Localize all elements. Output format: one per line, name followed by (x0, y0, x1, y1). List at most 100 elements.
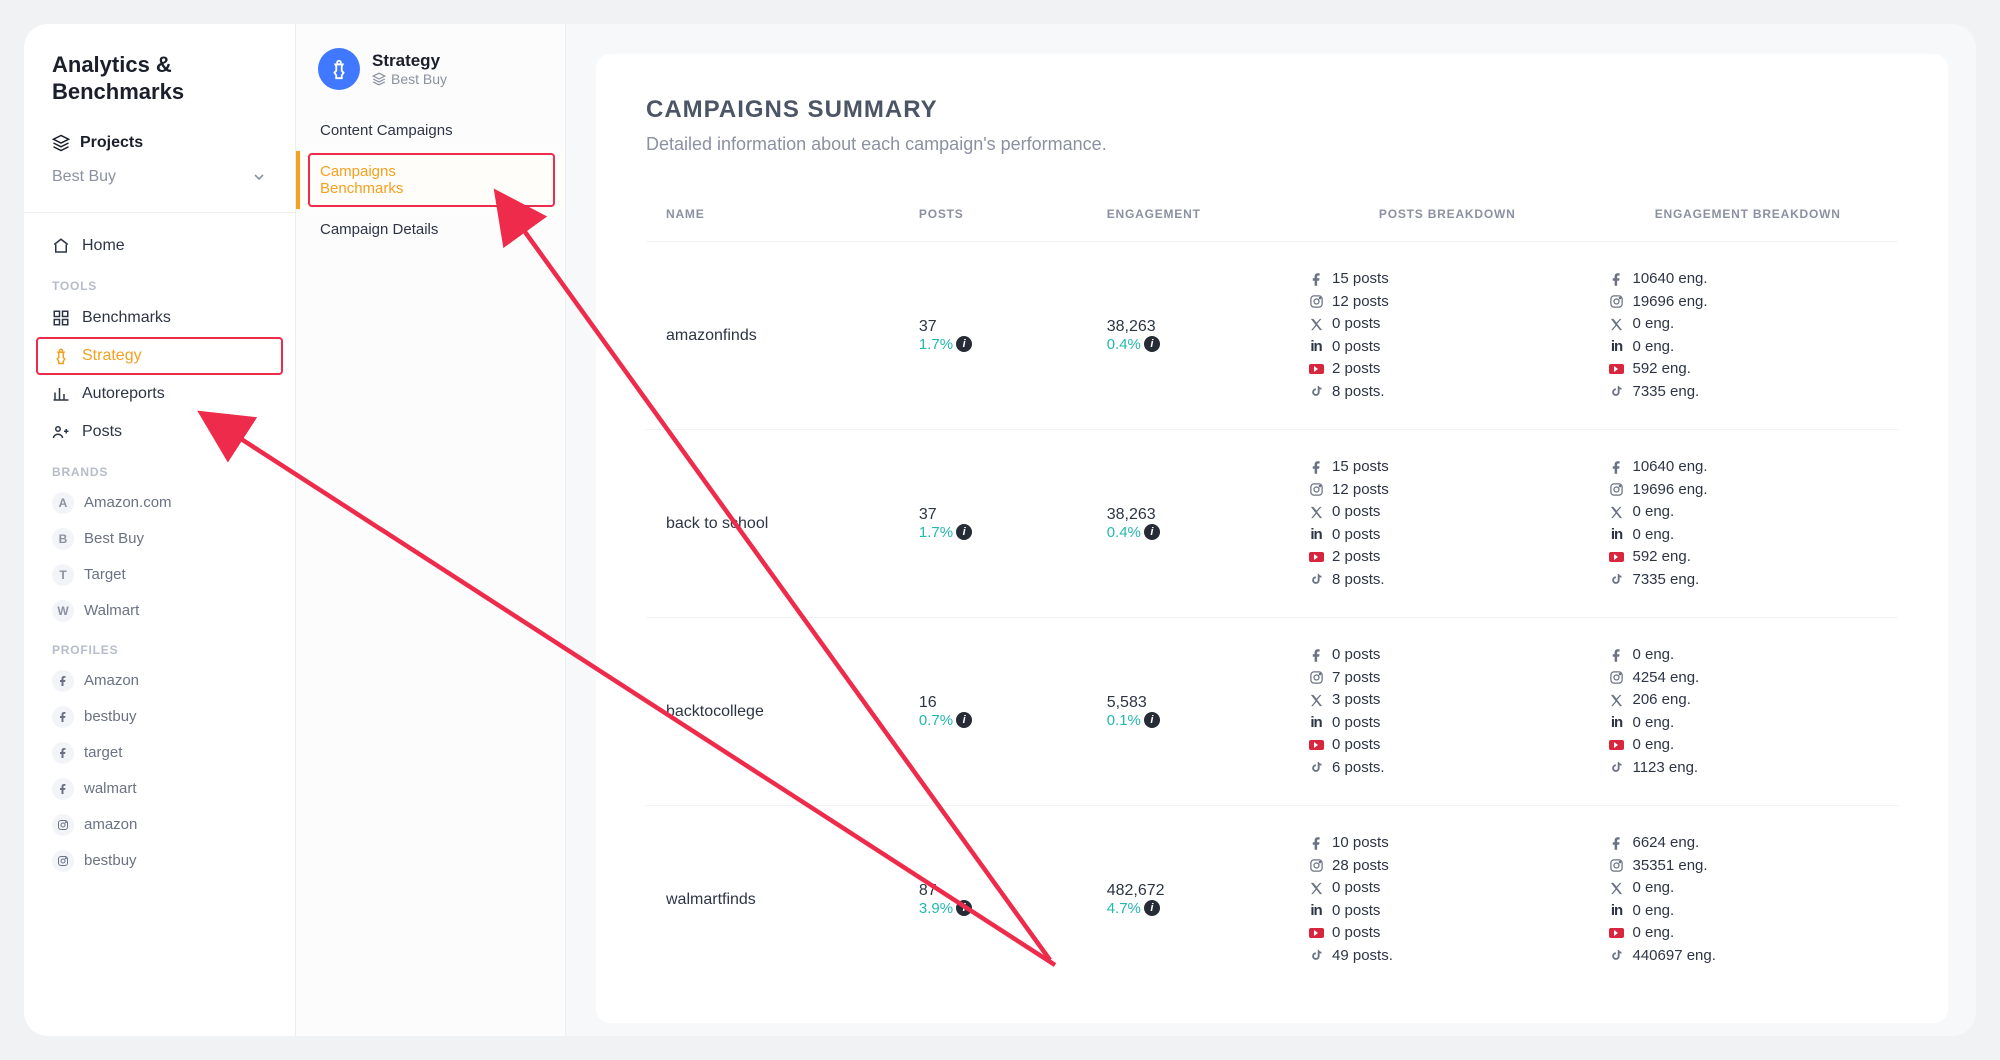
nav-strategy[interactable]: Strategy (36, 337, 283, 375)
col-engagement[interactable]: ENGAGEMENT (1097, 195, 1297, 242)
subnav-label: Content Campaigns (320, 122, 453, 139)
projects-label: Projects (80, 134, 143, 152)
breakdown-text: 0 posts (1332, 644, 1380, 667)
posts-pct: 3.9%i (919, 900, 972, 917)
breakdown-text: 206 eng. (1632, 689, 1690, 712)
posts-breakdown: 15 posts12 posts0 postsin0 posts2 posts8… (1307, 456, 1587, 591)
facebook-icon (52, 706, 74, 728)
breakdown-text: 0 eng. (1632, 712, 1674, 735)
subnav-label: Campaign Details (320, 221, 438, 238)
instagram-icon (1307, 482, 1325, 497)
youtube-icon (1607, 364, 1625, 374)
col-engagement-breakdown[interactable]: ENGAGEMENT BREAKDOWN (1597, 195, 1898, 242)
brand-row[interactable]: WWalmart (24, 593, 295, 629)
facebook-icon (1307, 460, 1325, 475)
col-posts-breakdown[interactable]: POSTS BREAKDOWN (1297, 195, 1597, 242)
profile-row[interactable]: bestbuy (24, 699, 295, 735)
bar-chart-icon (52, 385, 70, 403)
engagement-pct: 0.1%i (1107, 712, 1160, 729)
profile-row[interactable]: walmart (24, 771, 295, 807)
brand-row[interactable]: AAmazon.com (24, 485, 295, 521)
breakdown-text: 0 posts (1332, 922, 1380, 945)
nav-home[interactable]: Home (24, 227, 295, 265)
brand-letter-badge: B (52, 528, 74, 550)
table-row[interactable]: backtocollege 16 0.7%i 5,583 0.1%i 0 pos… (646, 618, 1898, 806)
linkedin-icon: in (1307, 524, 1325, 547)
brand-row[interactable]: TTarget (24, 557, 295, 593)
campaign-name: back to school (666, 515, 768, 532)
breakdown-text: 0 posts (1332, 501, 1380, 524)
x-icon (1607, 317, 1625, 332)
x-icon (1307, 693, 1325, 708)
breakdown-text: 0 posts (1332, 336, 1380, 359)
col-posts[interactable]: POSTS (909, 195, 1097, 242)
subnav-item[interactable]: CampaignsBenchmarks (296, 151, 565, 209)
breakdown-text: 7335 eng. (1632, 569, 1699, 592)
breakdown-text: 0 eng. (1632, 877, 1674, 900)
main-panel: CAMPAIGNS SUMMARY Detailed information a… (566, 24, 1976, 1036)
subnav-item[interactable]: Content Campaigns (296, 110, 565, 151)
posts-value: 37 (919, 318, 1087, 336)
profile-name: target (84, 744, 122, 761)
campaign-name: backtocollege (666, 703, 764, 720)
youtube-icon (1307, 740, 1325, 750)
app-title: Analytics & Benchmarks (24, 52, 295, 124)
breakdown-text: 1123 eng. (1632, 757, 1698, 780)
grid-icon (52, 309, 70, 327)
info-icon[interactable]: i (1144, 524, 1160, 540)
profile-row[interactable]: bestbuy (24, 843, 295, 879)
facebook-icon (1307, 272, 1325, 287)
breakdown-text: 35351 eng. (1632, 855, 1707, 878)
info-icon[interactable]: i (956, 712, 972, 728)
breakdown-text: 6 posts. (1332, 757, 1385, 780)
info-icon[interactable]: i (956, 524, 972, 540)
linkedin-icon: in (1607, 900, 1625, 923)
posts-breakdown: 10 posts28 posts0 postsin0 posts0 posts4… (1307, 832, 1587, 967)
nav-benchmarks[interactable]: Benchmarks (24, 299, 295, 337)
breakdown-text: 49 posts. (1332, 945, 1393, 968)
profile-name: amazon (84, 816, 137, 833)
info-icon[interactable]: i (956, 900, 972, 916)
info-icon[interactable]: i (1144, 712, 1160, 728)
breakdown-text: 0 eng. (1632, 501, 1674, 524)
breakdown-text: 0 posts (1332, 900, 1380, 923)
profile-row[interactable]: amazon (24, 807, 295, 843)
linkedin-icon: in (1607, 712, 1625, 735)
tiktok-icon (1307, 572, 1325, 587)
strategy-badge-icon (318, 48, 360, 90)
project-selected: Best Buy (52, 168, 116, 186)
nav-autoreports[interactable]: Autoreports (24, 375, 295, 413)
breakdown-text: 4254 eng. (1632, 667, 1699, 690)
info-icon[interactable]: i (956, 336, 972, 352)
engagement-pct: 4.7%i (1107, 900, 1160, 917)
instagram-icon (1307, 858, 1325, 873)
brand-row[interactable]: BBest Buy (24, 521, 295, 557)
project-selector[interactable]: Best Buy (24, 160, 295, 198)
facebook-icon (52, 778, 74, 800)
profile-name: bestbuy (84, 852, 137, 869)
nav-autoreports-label: Autoreports (82, 385, 165, 403)
facebook-icon (1307, 648, 1325, 663)
profile-row[interactable]: Amazon (24, 663, 295, 699)
breakdown-text: 0 posts (1332, 524, 1380, 547)
info-icon[interactable]: i (1144, 336, 1160, 352)
col-name[interactable]: NAME (646, 195, 909, 242)
profile-name: Amazon (84, 672, 139, 689)
campaigns-table: NAME POSTS ENGAGEMENT POSTS BREAKDOWN EN… (646, 195, 1898, 993)
linkedin-icon: in (1607, 524, 1625, 547)
breakdown-text: 0 eng. (1632, 922, 1674, 945)
breakdown-text: 592 eng. (1632, 546, 1690, 569)
info-icon[interactable]: i (1144, 900, 1160, 916)
brand-letter-badge: A (52, 492, 74, 514)
instagram-icon (1607, 482, 1625, 497)
projects-heading: Projects (24, 124, 295, 160)
x-icon (1307, 881, 1325, 896)
posts-pct: 0.7%i (919, 712, 972, 729)
subnav-item[interactable]: Campaign Details (296, 209, 565, 250)
table-row[interactable]: walmartfinds 87 3.9%i 482,672 4.7%i 10 p… (646, 806, 1898, 994)
table-row[interactable]: amazonfinds 37 1.7%i 38,263 0.4%i 15 pos… (646, 242, 1898, 430)
profile-row[interactable]: target (24, 735, 295, 771)
nav-posts[interactable]: Posts (24, 413, 295, 451)
table-row[interactable]: back to school 37 1.7%i 38,263 0.4%i 15 … (646, 430, 1898, 618)
breakdown-text: 0 posts (1332, 877, 1380, 900)
